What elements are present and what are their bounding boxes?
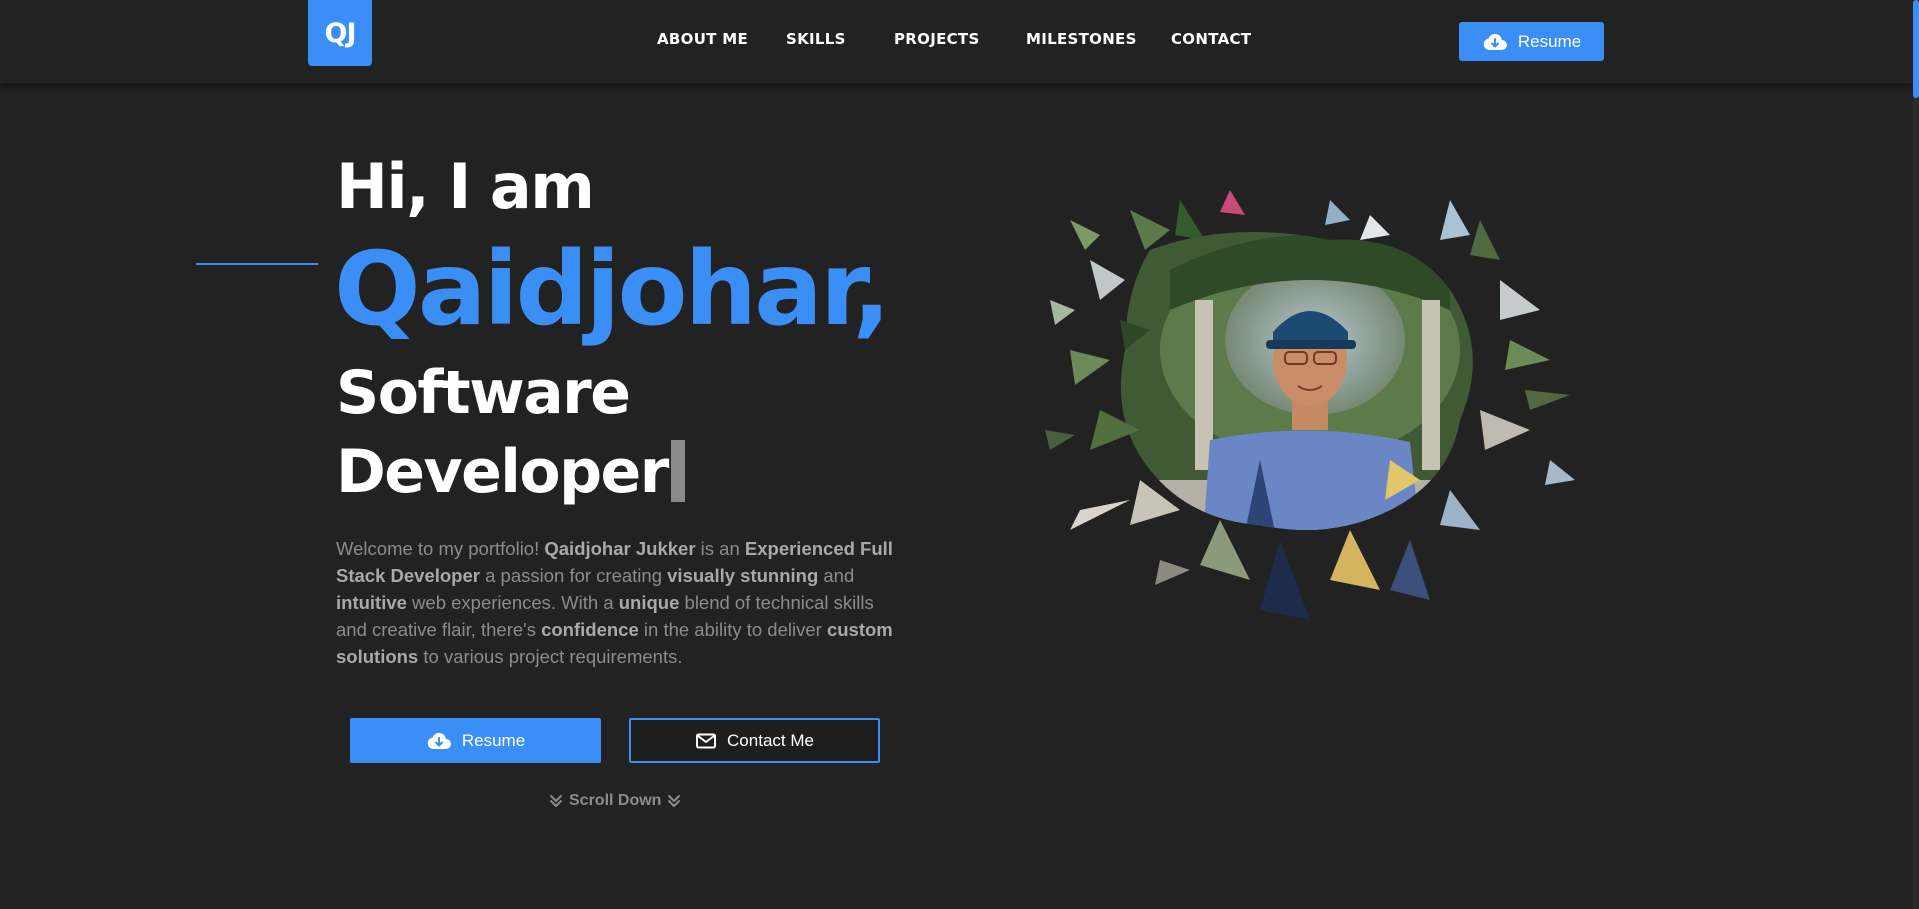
header-resume-label: Resume [1517, 31, 1582, 51]
nav-milestones[interactable]: MILESTONES [1026, 30, 1137, 48]
nav-about-me[interactable]: ABOUT ME [657, 30, 748, 48]
bio-text: is an [695, 538, 745, 559]
bio-text: Welcome to my portfolio! [336, 538, 545, 559]
cloud-download-icon [427, 732, 451, 749]
contact-me-button[interactable]: Contact Me [629, 718, 880, 763]
bio-text: a passion for creating [479, 565, 668, 586]
accent-line [196, 263, 318, 265]
bio-bold: visually stunning [667, 565, 819, 586]
bio-text: to various project requirements. [418, 646, 683, 667]
page-scrollbar[interactable] [1913, 0, 1919, 909]
portfolio-page: QJ ABOUT ME SKILLS PROJECTS MILESTONES C… [0, 0, 1919, 909]
scrollbar-thumb[interactable] [1913, 0, 1919, 98]
typing-cursor [670, 440, 685, 502]
bio-text: and [818, 565, 855, 586]
chevrons-down-icon [550, 795, 562, 807]
profile-portrait [1045, 190, 1575, 620]
top-navbar: QJ ABOUT ME SKILLS PROJECTS MILESTONES C… [0, 0, 1913, 84]
hero-resume-label: Resume [461, 730, 526, 750]
nav-projects[interactable]: PROJECTS [894, 30, 980, 48]
hero-role-line2: Developer [336, 437, 685, 507]
bio-bold: confidence [541, 619, 639, 640]
header-resume-button[interactable]: Resume [1459, 22, 1604, 61]
bio-bold: unique [618, 592, 680, 613]
nav-skills[interactable]: SKILLS [786, 30, 846, 48]
hero-bio: Welcome to my portfolio! Qaidjohar Jukke… [336, 535, 906, 670]
scroll-down-label: Scroll Down [569, 792, 662, 809]
bio-bold: intuitive [336, 592, 407, 613]
hero-role-line1: Software [336, 358, 631, 428]
cloud-download-icon [1483, 33, 1507, 50]
bio-text: web experiences. With a [406, 592, 619, 613]
site-logo[interactable]: QJ [308, 0, 372, 66]
nav-contact[interactable]: CONTACT [1171, 30, 1251, 48]
bio-bold: Qaidjohar Jukker [544, 538, 696, 559]
hero-resume-button[interactable]: Resume [350, 718, 601, 763]
hero-role-text: Developer [336, 437, 669, 507]
hero-name: Qaidjohar, [334, 230, 891, 349]
chevrons-down-icon [668, 795, 681, 807]
contact-me-label: Contact Me [727, 730, 814, 750]
hero-greeting: Hi, I am [336, 150, 595, 223]
scroll-down-link[interactable]: Scroll Down [549, 792, 681, 810]
mail-icon [696, 733, 717, 748]
bio-text: in the ability to deliver [638, 619, 827, 640]
